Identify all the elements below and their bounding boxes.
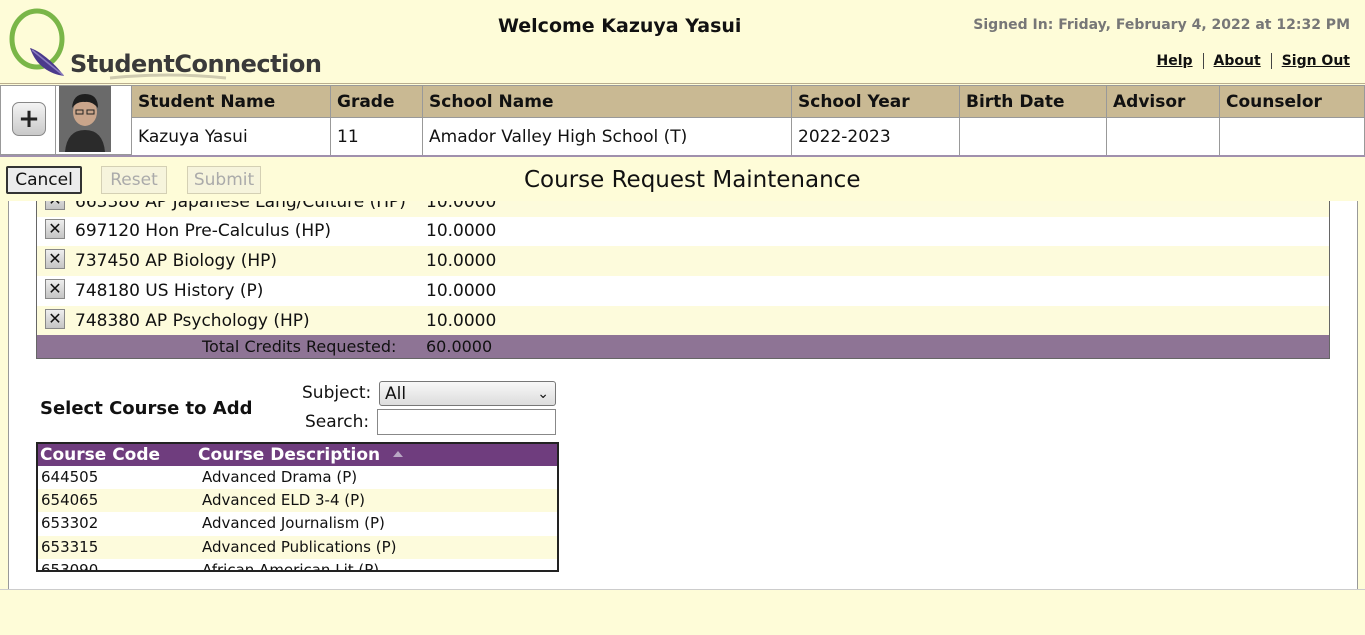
course-description: Advanced Journalism (P) xyxy=(202,514,385,532)
school-name: Amador Valley High School (T) xyxy=(422,117,792,156)
student-photo xyxy=(59,86,111,152)
request-description: 737450 AP Biology (HP) xyxy=(75,251,278,271)
list-item: ✕ 697120 Hon Pre-Calculus (HP) 10.0000 xyxy=(37,216,1329,246)
course-request-panel: ✕ 663380 AP Japanese Lang/Culture (HP) 1… xyxy=(8,201,1358,590)
total-credits-row: Total Credits Requested: 60.0000 xyxy=(37,335,1329,358)
course-description: Advanced Publications (P) xyxy=(202,538,397,556)
course-description: Advanced Drama (P) xyxy=(202,468,358,486)
column-header: School Name xyxy=(422,85,792,118)
subject-label: Subject: xyxy=(302,383,372,403)
sort-ascending-icon xyxy=(393,451,403,457)
course-list-header: Course Code Course Description xyxy=(38,444,557,466)
request-description: 663380 AP Japanese Lang/Culture (HP) xyxy=(75,201,406,212)
signed-in-status: Signed In: Friday, February 4, 2022 at 1… xyxy=(973,17,1350,33)
submit-button[interactable]: Submit xyxy=(187,166,261,194)
delete-x-icon[interactable]: ✕ xyxy=(45,219,65,239)
select-course-title: Select Course to Add xyxy=(40,398,253,419)
table-row[interactable]: 653315 Advanced Publications (P) xyxy=(38,536,557,559)
divider xyxy=(1202,53,1204,69)
delete-x-icon[interactable]: ✕ xyxy=(45,201,65,210)
delete-x-icon[interactable]: ✕ xyxy=(45,279,65,299)
logo-swoosh-icon xyxy=(109,73,227,80)
column-header: Birth Date xyxy=(959,85,1107,118)
request-credits: 10.0000 xyxy=(426,201,497,212)
list-item: ✕ 748180 US History (P) 10.0000 xyxy=(37,276,1329,306)
request-description: 697120 Hon Pre-Calculus (HP) xyxy=(75,221,332,241)
student-name: Kazuya Yasui xyxy=(131,117,331,156)
help-link[interactable]: Help xyxy=(1157,53,1193,69)
studentconnection-logo: StudentConnection xyxy=(8,6,322,80)
add-student-cell: + xyxy=(0,85,56,155)
counselor xyxy=(1219,117,1365,156)
subject-selected-value: All xyxy=(385,384,407,404)
course-code: 644505 xyxy=(41,468,99,486)
request-description: 748380 AP Psychology (HP) xyxy=(75,311,310,331)
course-code: 653315 xyxy=(41,538,99,556)
birth-date xyxy=(959,117,1107,156)
request-credits: 10.0000 xyxy=(426,221,497,241)
table-row[interactable]: 653090 African American Lit (P) xyxy=(38,559,557,572)
page-title: Course Request Maintenance xyxy=(524,167,861,193)
advisor xyxy=(1106,117,1220,156)
delete-x-icon[interactable]: ✕ xyxy=(45,309,65,329)
course-description-column-header[interactable]: Course Description xyxy=(198,445,380,465)
request-description: 748180 US History (P) xyxy=(75,281,264,301)
column-header: Grade xyxy=(330,85,423,118)
divider xyxy=(1270,53,1272,69)
plus-icon: + xyxy=(18,104,40,134)
list-item: ✕ 663380 AP Japanese Lang/Culture (HP) 1… xyxy=(37,201,1329,217)
student-grade: 11 xyxy=(330,117,423,156)
column-header: School Year xyxy=(791,85,960,118)
logo-mark-icon xyxy=(9,8,65,76)
student-info-table: Student Name Grade School Name School Ye… xyxy=(131,85,1365,156)
total-credits-value: 60.0000 xyxy=(426,337,493,356)
chevron-down-icon: ⌄ xyxy=(537,386,549,402)
total-credits-label: Total Credits Requested: xyxy=(202,337,397,356)
request-credits: 10.0000 xyxy=(426,281,497,301)
student-avatar-image xyxy=(59,86,111,152)
header-divider xyxy=(0,83,1365,84)
list-item: ✕ 737450 AP Biology (HP) 10.0000 xyxy=(37,246,1329,276)
column-header: Student Name xyxy=(131,85,331,118)
welcome-title: Welcome Kazuya Yasui xyxy=(498,15,742,37)
student-info-bar: + Student Name Grade School Name School … xyxy=(0,85,1365,157)
request-credits: 10.0000 xyxy=(426,311,497,331)
list-item: ✕ 748380 AP Psychology (HP) 10.0000 xyxy=(37,306,1329,336)
course-description: Advanced ELD 3-4 (P) xyxy=(202,491,366,509)
cancel-button[interactable]: Cancel xyxy=(6,166,82,194)
subject-select[interactable]: All ⌄ xyxy=(379,381,556,406)
table-row[interactable]: 653302 Advanced Journalism (P) xyxy=(38,512,557,535)
top-links: Help About Sign Out xyxy=(1157,53,1350,69)
course-description: African American Lit (P) xyxy=(202,561,380,572)
sign-out-link[interactable]: Sign Out xyxy=(1282,53,1350,69)
search-input[interactable] xyxy=(377,409,556,435)
header: StudentConnection Welcome Kazuya Yasui S… xyxy=(0,0,1365,83)
course-catalog-list[interactable]: Course Code Course Description 644505 Ad… xyxy=(36,442,559,572)
column-header: Advisor xyxy=(1106,85,1220,118)
requested-courses-list[interactable]: ✕ 663380 AP Japanese Lang/Culture (HP) 1… xyxy=(36,201,1330,359)
course-code: 654065 xyxy=(41,491,99,509)
school-year: 2022-2023 xyxy=(791,117,960,156)
table-row[interactable]: 654065 Advanced ELD 3-4 (P) xyxy=(38,489,557,512)
search-label: Search: xyxy=(305,412,370,432)
student-photo-cell xyxy=(56,85,132,155)
request-credits: 10.0000 xyxy=(426,251,497,271)
about-link[interactable]: About xyxy=(1214,53,1261,69)
column-header: Counselor xyxy=(1219,85,1365,118)
delete-x-icon[interactable]: ✕ xyxy=(45,249,65,269)
course-code-column-header[interactable]: Course Code xyxy=(40,445,160,465)
course-code: 653090 xyxy=(41,561,99,572)
table-row[interactable]: 644505 Advanced Drama (P) xyxy=(38,466,557,489)
student-bar-divider xyxy=(0,155,1365,157)
course-code: 653302 xyxy=(41,514,99,532)
footer-divider xyxy=(0,589,1365,590)
reset-button[interactable]: Reset xyxy=(101,166,167,194)
add-student-button[interactable]: + xyxy=(12,102,46,136)
